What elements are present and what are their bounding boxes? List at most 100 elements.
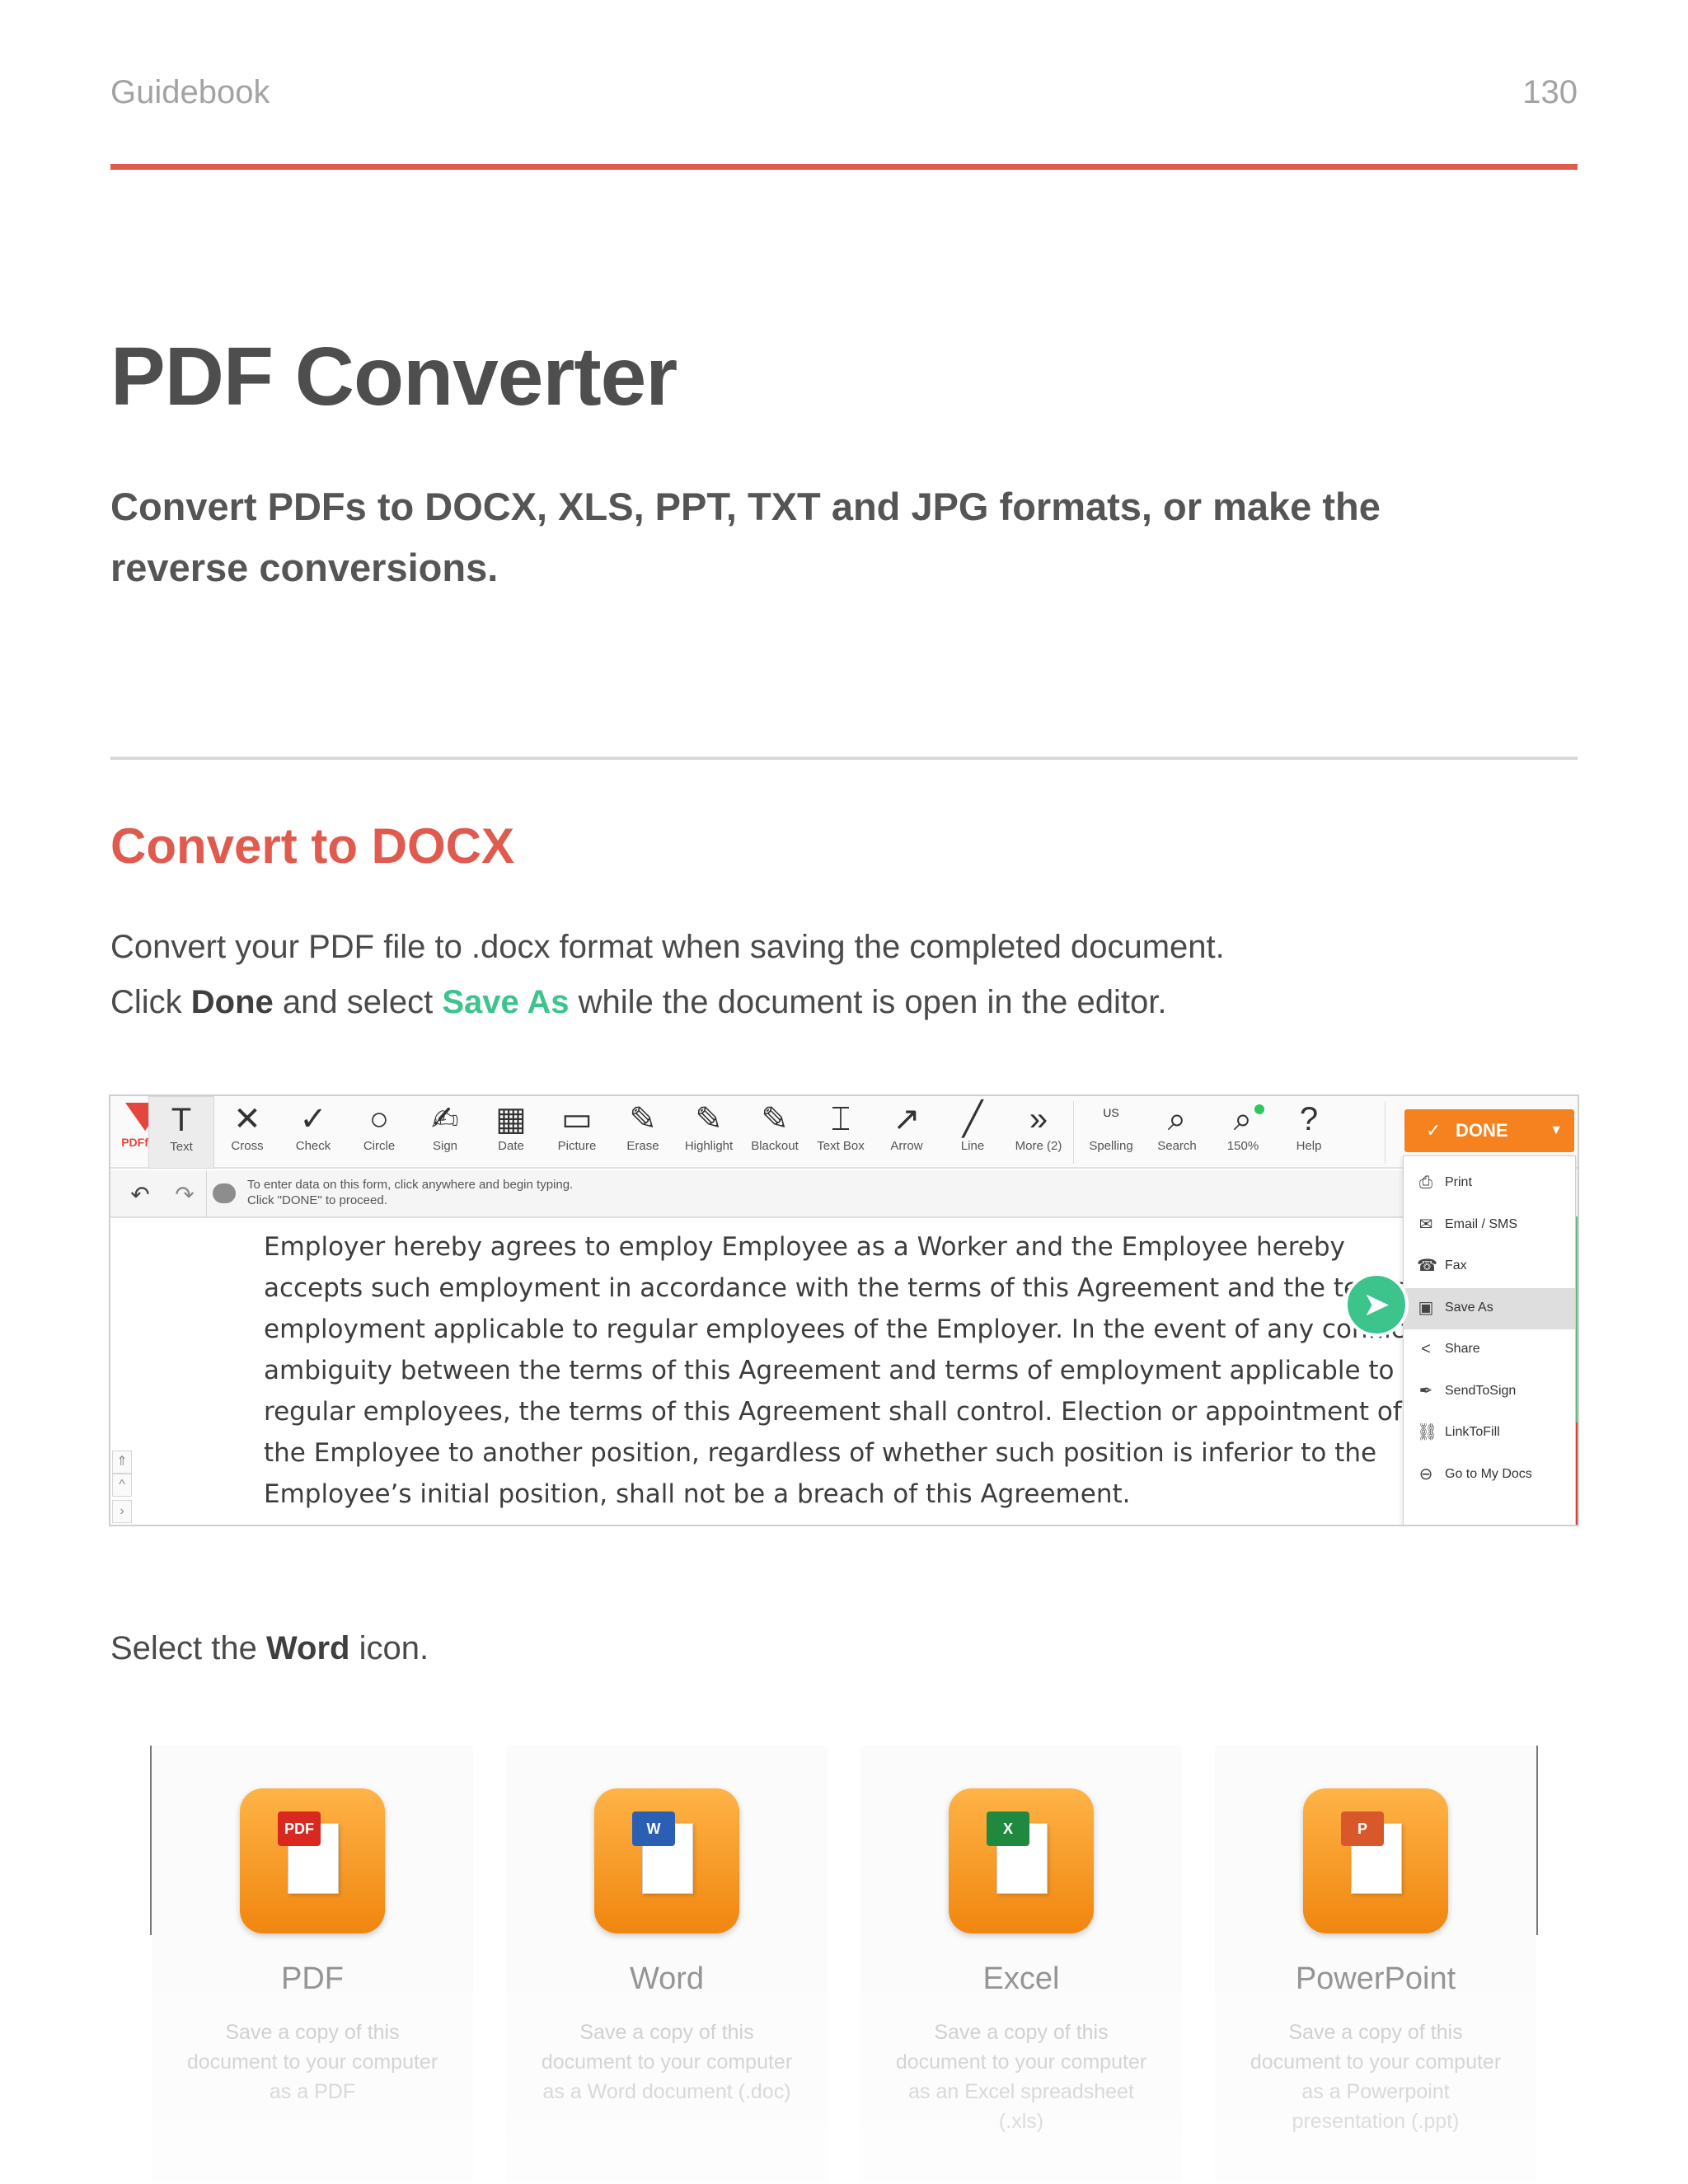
document-line: Employer hereby agrees to employ Employe… bbox=[264, 1232, 1345, 1262]
scroll-up-icon[interactable]: ^ bbox=[112, 1474, 132, 1497]
print-icon: ⎙ bbox=[1419, 1174, 1432, 1192]
divider bbox=[206, 1170, 207, 1218]
instruction-save-as-keyword: Save As bbox=[442, 984, 570, 1020]
tool-line[interactable]: ╱ Line bbox=[940, 1096, 1006, 1169]
tool-label: Highlight bbox=[684, 1139, 734, 1153]
menu-item-go-to-my-docs[interactable]: ⊖ Go to My Docs bbox=[1404, 1455, 1575, 1496]
running-header: Guidebook bbox=[110, 74, 270, 110]
text-icon: T bbox=[171, 1102, 192, 1138]
section-title: Convert to DOCX bbox=[110, 818, 515, 874]
tool-picture[interactable]: ▭ Picture bbox=[544, 1096, 610, 1169]
menu-item-print[interactable]: ⎙ Print bbox=[1404, 1163, 1575, 1204]
tool-spelling[interactable]: US Spelling bbox=[1078, 1096, 1144, 1169]
file-type-badge: W bbox=[632, 1811, 675, 1846]
menu-item-linktofill[interactable]: ⛓ LinkToFill bbox=[1404, 1413, 1575, 1454]
instruction-text: icon. bbox=[349, 1630, 429, 1666]
tool-sign[interactable]: ✍ Sign bbox=[412, 1096, 478, 1169]
instruction-text: while the document is open in the editor… bbox=[569, 984, 1167, 1020]
caret-down-icon: ▼ bbox=[1550, 1123, 1563, 1137]
tool-label: Spelling bbox=[1089, 1139, 1133, 1153]
tool-circle[interactable]: ○ Circle bbox=[346, 1096, 412, 1169]
hint-line-1: To enter data on this form, click anywhe… bbox=[247, 1178, 574, 1192]
tool-label: Picture bbox=[557, 1139, 597, 1153]
tool-label: Arrow bbox=[890, 1139, 923, 1153]
picture-icon: ▭ bbox=[561, 1101, 593, 1137]
sign-icon: ✍ bbox=[431, 1101, 459, 1137]
tool-date[interactable]: ▦ Date bbox=[478, 1096, 544, 1169]
tool-blackout[interactable]: ✎ Blackout bbox=[742, 1096, 808, 1169]
document-line: accepts such employment in accordance wi… bbox=[264, 1273, 1441, 1303]
date-icon: ▦ bbox=[495, 1101, 527, 1137]
document-line: the Employee to another position, regard… bbox=[264, 1438, 1377, 1468]
page-number: 130 bbox=[1522, 74, 1578, 110]
erase-icon: ✎ bbox=[629, 1101, 657, 1137]
hint-line-2: Click "DONE" to proceed. bbox=[247, 1193, 387, 1207]
menu-item-share[interactable]: < Share bbox=[1404, 1329, 1575, 1371]
menu-item-label: Go to My Docs bbox=[1445, 1466, 1532, 1481]
link-icon: ⛓ bbox=[1417, 1423, 1438, 1441]
check-icon: ✓ bbox=[299, 1101, 327, 1137]
tool-label: Line bbox=[960, 1139, 985, 1153]
more-icon: » bbox=[1029, 1101, 1048, 1137]
file-type-badge: X bbox=[987, 1811, 1029, 1846]
tool-150[interactable]: ⌕ 150% bbox=[1210, 1096, 1276, 1169]
tool-text[interactable]: T Text bbox=[148, 1096, 214, 1169]
comment-bubble-icon bbox=[213, 1183, 236, 1203]
scroll-top-icon[interactable]: ⇑ bbox=[112, 1451, 132, 1474]
menu-item-fax[interactable]: ☎ Fax bbox=[1404, 1246, 1575, 1287]
tool-search[interactable]: ⌕ Search bbox=[1144, 1096, 1210, 1169]
page-subtitle: Convert PDFs to DOCX, XLS, PPT, TXT and … bbox=[110, 485, 1381, 589]
tool-label: Cross bbox=[231, 1139, 264, 1153]
menu-item-label: Save As bbox=[1445, 1300, 1493, 1315]
tool-check[interactable]: ✓ Check bbox=[280, 1096, 346, 1169]
go-to-docs-icon: ⊖ bbox=[1418, 1465, 1433, 1483]
instruction-text: Select the bbox=[110, 1630, 267, 1666]
tool-erase[interactable]: ✎ Erase bbox=[610, 1096, 676, 1169]
word-file-icon[interactable]: W bbox=[594, 1788, 739, 1933]
redo-icon[interactable]: ↷ bbox=[166, 1179, 203, 1212]
powerpoint-file-icon[interactable]: P bbox=[1303, 1788, 1448, 1933]
undo-icon[interactable]: ↶ bbox=[122, 1179, 158, 1212]
tool-highlight[interactable]: ✎ Highlight bbox=[676, 1096, 742, 1169]
document-line: ambiguity between the terms of this Agre… bbox=[264, 1356, 1395, 1385]
pdf-file-icon[interactable]: PDF bbox=[240, 1788, 385, 1933]
save-icon: ▣ bbox=[1418, 1298, 1434, 1317]
tool-arrow[interactable]: ↗ Arrow bbox=[874, 1096, 940, 1169]
menu-item-email-sms[interactable]: ✉ Email / SMS bbox=[1404, 1205, 1575, 1246]
expand-panel-icon[interactable]: › bbox=[112, 1500, 132, 1523]
done-button[interactable]: ✓ DONE ▼ bbox=[1404, 1109, 1574, 1152]
document-body[interactable]: Employer hereby agrees to employ Employe… bbox=[264, 1226, 1450, 1515]
done-label: DONE bbox=[1456, 1120, 1508, 1141]
file-type-badge: P bbox=[1341, 1811, 1384, 1846]
tool-label: Search bbox=[1157, 1139, 1197, 1153]
search-icon: ⌕ bbox=[1167, 1101, 1187, 1137]
file-type-badge: PDF bbox=[278, 1811, 321, 1846]
tool-label: Circle bbox=[363, 1139, 396, 1153]
tool-text-box[interactable]: ⌶ Text Box bbox=[808, 1096, 874, 1169]
tool-more-2[interactable]: » More (2) bbox=[1006, 1096, 1071, 1169]
cross-icon: ✕ bbox=[233, 1101, 261, 1137]
help-icon: ? bbox=[1299, 1101, 1319, 1137]
instruction-text: and select bbox=[273, 984, 443, 1020]
instruction-line-2: Click Done and select Save As while the … bbox=[110, 984, 1166, 1021]
toolbar-divider bbox=[1385, 1101, 1386, 1164]
section-divider bbox=[110, 757, 1578, 760]
menu-item-sendtosign[interactable]: ✒ SendToSign bbox=[1404, 1371, 1575, 1413]
tool-cross[interactable]: ✕ Cross bbox=[214, 1096, 280, 1169]
tool-label: Erase bbox=[626, 1139, 659, 1153]
tool-label: Sign bbox=[432, 1139, 458, 1153]
excel-file-icon[interactable]: X bbox=[949, 1788, 1094, 1933]
menu-item-save-as[interactable]: ▣ Save As bbox=[1404, 1287, 1575, 1329]
document-line: Employee’s initial position, shall not b… bbox=[264, 1479, 1131, 1509]
blackout-icon: ✎ bbox=[761, 1101, 789, 1137]
instruction-done-keyword: Done bbox=[190, 984, 274, 1020]
tool-label: Date bbox=[498, 1139, 524, 1153]
page-title: PDF Converter bbox=[110, 330, 678, 423]
document-line: employment applicable to regular employe… bbox=[264, 1315, 1450, 1344]
pointer-arrow-icon: ➤ bbox=[1344, 1272, 1409, 1337]
instruction-text: Click bbox=[110, 984, 191, 1020]
document-line: regular employees, the terms of this Agr… bbox=[264, 1397, 1402, 1427]
tool-help[interactable]: ? Help bbox=[1276, 1096, 1342, 1169]
arrow-icon: ↗ bbox=[893, 1101, 921, 1137]
instruction-line-1: Convert your PDF file to .docx format wh… bbox=[110, 929, 1225, 965]
